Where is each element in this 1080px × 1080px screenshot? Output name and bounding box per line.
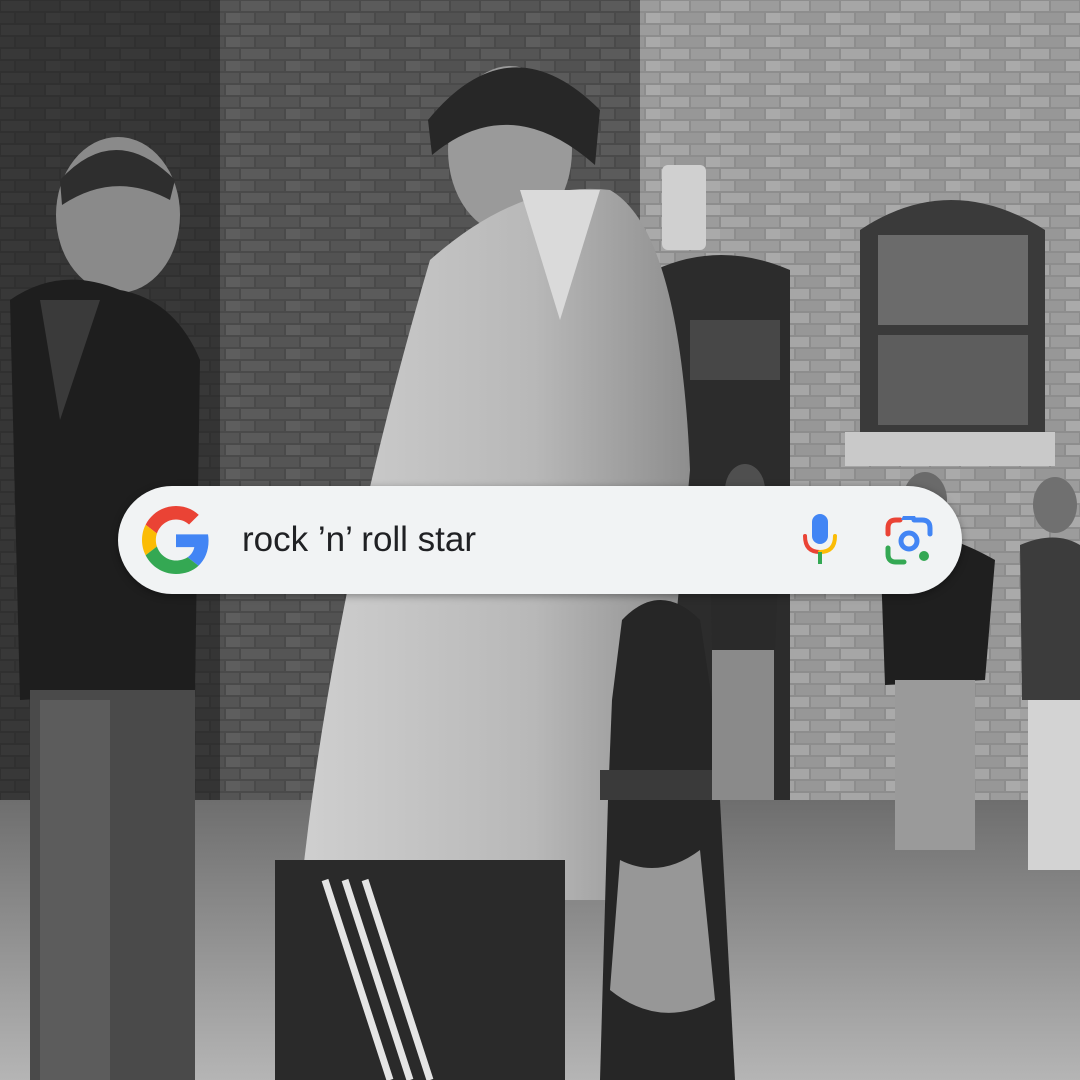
- search-input[interactable]: rock ’n’ roll star: [242, 514, 476, 566]
- google-g-logo: [142, 506, 209, 574]
- search-bar[interactable]: rock ’n’ roll star: [118, 486, 962, 594]
- background-photo: rock ’n’ roll star: [0, 0, 1080, 1080]
- microphone-icon[interactable]: [800, 512, 840, 568]
- google-lens-icon[interactable]: [884, 516, 934, 566]
